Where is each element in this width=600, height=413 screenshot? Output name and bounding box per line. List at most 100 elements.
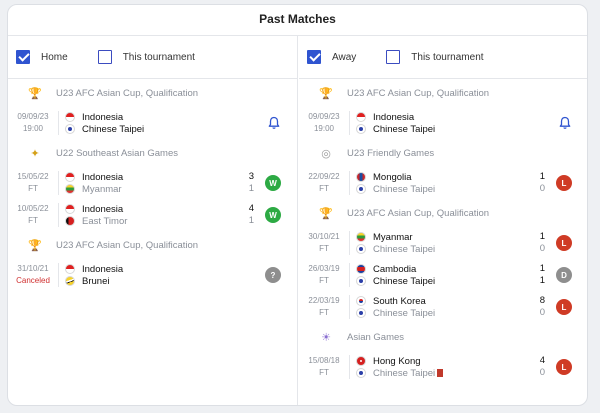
match-status: FT [319, 368, 329, 377]
match-date-value: 22/03/19 [308, 296, 340, 305]
match-row[interactable]: 15/05/22 FT Indonesia 3 Myanmar 1 W [8, 167, 298, 199]
date-divider [349, 295, 350, 319]
away-filter[interactable]: Away [307, 50, 356, 64]
away-team[interactable]: Chinese Taipei [356, 243, 435, 255]
result-badge: L [556, 235, 572, 251]
match-date: 22/09/22 FT [299, 171, 349, 195]
home-team[interactable]: Hong Kong [356, 355, 421, 367]
date-divider [349, 263, 350, 287]
competition-name: U23 Friendly Games [347, 147, 435, 159]
ind-flag-icon [356, 112, 366, 122]
competition-name: U23 AFC Asian Cup, Qualification [56, 87, 199, 99]
match-date: 15/05/22 FT [8, 171, 58, 195]
tpe-flag-icon [65, 124, 75, 134]
home-team[interactable]: Indonesia [356, 111, 414, 123]
away-team[interactable]: Chinese Taipei [356, 307, 435, 319]
match-row[interactable]: 09/09/23 19:00 Indonesia Chinese Taipei [8, 107, 298, 139]
match-date: 09/09/23 19:00 [299, 111, 349, 135]
red-card-icon [437, 369, 444, 377]
away-team-name: Chinese Taipei [373, 123, 436, 135]
competition-header[interactable]: ◎ U23 Friendly Games [299, 139, 587, 167]
match-row[interactable]: 15/08/18 FT Hong Kong 4 Chinese Taipei 0 L [299, 351, 587, 383]
checkbox[interactable] [16, 50, 30, 64]
away-team[interactable]: Brunei [65, 275, 109, 287]
bell-icon[interactable] [558, 116, 572, 130]
home-score: 4 [539, 355, 545, 366]
tpe-flag-icon [356, 368, 366, 378]
match-row[interactable]: 09/09/23 19:00 Indonesia Chinese Taipei [299, 107, 587, 139]
date-divider [349, 355, 350, 379]
match-row[interactable]: 30/10/21 FT Myanmar 1 Chinese Taipei 0 L [299, 227, 587, 259]
this-tournament-filter[interactable]: This tournament [386, 50, 484, 64]
filter-label: Home [41, 51, 68, 63]
away-team[interactable]: Myanmar [65, 183, 122, 195]
tpe-flag-icon [356, 308, 366, 318]
this-tournament-filter[interactable]: This tournament [97, 50, 195, 64]
match-status: FT [28, 184, 38, 193]
checkbox[interactable] [97, 50, 112, 64]
away-team[interactable]: Chinese Taipei [356, 367, 444, 379]
home-team[interactable]: Indonesia [65, 203, 123, 215]
away-team[interactable]: East Timor [65, 215, 127, 227]
competition-name: U23 AFC Asian Cup, Qualification [347, 207, 490, 219]
home-score: 4 [248, 203, 254, 214]
checkbox[interactable] [307, 50, 321, 64]
match-status: FT [319, 184, 329, 193]
match-date: 10/05/22 FT [8, 203, 58, 227]
result-badge: D [556, 267, 572, 283]
competition-header[interactable]: ☀ Asian Games [299, 323, 587, 351]
home-score: 1 [539, 231, 545, 242]
ind-flag-icon [65, 204, 75, 214]
home-team[interactable]: Indonesia [65, 111, 123, 123]
match-date-value: 10/05/22 [17, 204, 49, 213]
home-team[interactable]: Mongolia [356, 171, 412, 183]
bru-flag-icon [65, 276, 75, 286]
result-badge: L [556, 175, 572, 191]
home-score: 1 [539, 171, 545, 182]
cam-flag-icon [356, 264, 366, 274]
home-team-name: Indonesia [82, 263, 124, 275]
card-title: Past Matches [8, 5, 587, 36]
filter-label: Away [332, 51, 357, 63]
match-row[interactable]: 26/03/19 FT Cambodia 1 Chinese Taipei 1 D [299, 259, 587, 291]
home-team[interactable]: Cambodia [356, 263, 416, 275]
home-filter[interactable]: Home [16, 50, 68, 64]
competition-header[interactable]: 🏆 U23 AFC Asian Cup, Qualification [8, 231, 298, 259]
friendly-games-logo: ◎ [321, 147, 331, 160]
home-team[interactable]: South Korea [356, 295, 426, 307]
match-date-value: 26/03/19 [308, 264, 340, 273]
mya-flag-icon [356, 232, 366, 242]
match-date: 26/03/19 FT [299, 263, 349, 287]
away-team[interactable]: Chinese Taipei [356, 275, 435, 287]
match-row[interactable]: 22/03/19 FT South Korea 8 Chinese Taipei 0 L [299, 291, 587, 323]
match-row[interactable]: 10/05/22 FT Indonesia 4 East Timor 1 W [8, 199, 298, 231]
home-team-name: Cambodia [373, 263, 417, 275]
filter-bar: Away This tournament [299, 36, 587, 79]
result-badge: L [556, 299, 572, 315]
away-score: 0 [539, 243, 545, 254]
date-divider [58, 111, 59, 135]
home-team[interactable]: Myanmar [356, 231, 413, 243]
home-team[interactable]: Indonesia [65, 171, 123, 183]
date-divider [349, 171, 350, 195]
match-status: FT [28, 216, 38, 225]
competition-header[interactable]: 🏆 U23 AFC Asian Cup, Qualification [299, 79, 587, 107]
competition-header[interactable]: 🏆 U23 AFC Asian Cup, Qualification [299, 199, 587, 227]
bell-icon[interactable] [267, 116, 281, 130]
away-score: 0 [539, 183, 545, 194]
away-team[interactable]: Chinese Taipei [356, 183, 435, 195]
match-row[interactable]: 31/10/21 Canceled Indonesia Brunei? [8, 259, 298, 291]
away-team-name: Chinese Taipei [373, 275, 436, 287]
match-date-value: 15/05/22 [17, 172, 49, 181]
away-team-name: Brunei [82, 275, 110, 287]
tpe-flag-icon [356, 124, 366, 134]
tpe-flag-icon [356, 276, 366, 286]
away-team[interactable]: Chinese Taipei [65, 123, 144, 135]
competition-header[interactable]: 🏆 U23 AFC Asian Cup, Qualification [8, 79, 298, 107]
home-team[interactable]: Indonesia [65, 263, 123, 275]
match-row[interactable]: 22/09/22 FT Mongolia 1 Chinese Taipei 0 L [299, 167, 587, 199]
competition-header[interactable]: ✦ U22 Southeast Asian Games [8, 139, 298, 167]
checkbox[interactable] [386, 50, 401, 64]
match-status: 19:00 [313, 124, 335, 133]
away-team[interactable]: Chinese Taipei [356, 123, 435, 135]
